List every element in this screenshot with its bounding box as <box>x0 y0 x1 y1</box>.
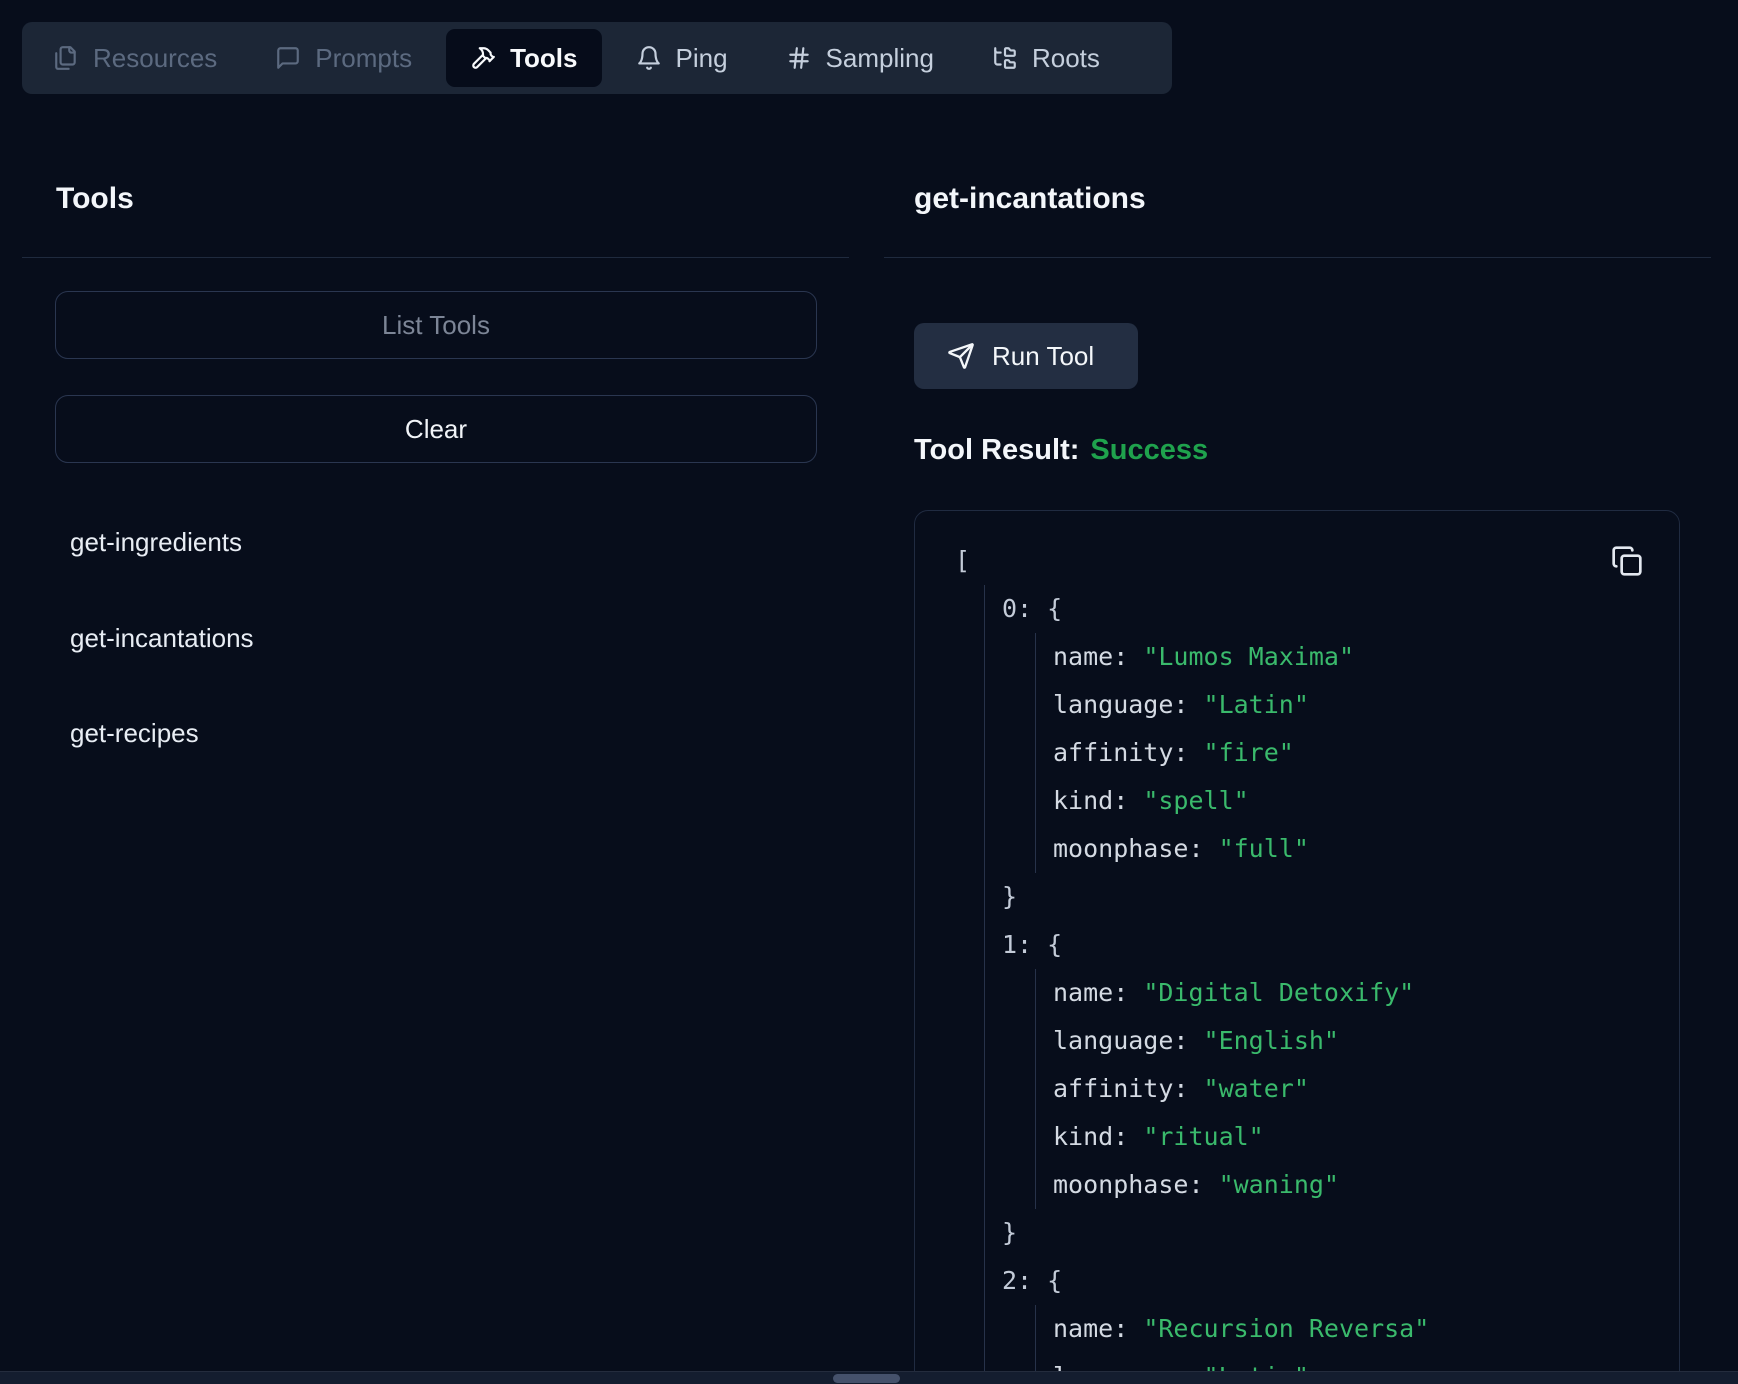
json-tree: [0: {name: "Lumos Maxima"language: "Lati… <box>955 537 1643 1384</box>
json-line: affinity: "fire" <box>1053 729 1643 777</box>
json-string-value: "fire" <box>1204 738 1294 767</box>
left-panel-title: Tools <box>56 182 134 216</box>
json-line: moonphase: "full" <box>1053 825 1643 873</box>
horizontal-scrollbar-thumb[interactable] <box>833 1374 900 1383</box>
tool-result-status: Success <box>1090 434 1208 466</box>
json-string-value: "waning" <box>1219 1170 1339 1199</box>
json-line: name: "Lumos Maxima" <box>1053 633 1643 681</box>
json-string-value: "spell" <box>1143 786 1248 815</box>
json-line: 1: { <box>1002 921 1643 969</box>
json-key: moonphase: <box>1053 834 1219 863</box>
json-string-value: "Latin" <box>1204 690 1309 719</box>
tab-sampling[interactable]: Sampling <box>762 29 958 87</box>
json-line: moonphase: "waning" <box>1053 1161 1643 1209</box>
clear-button[interactable]: Clear <box>55 395 817 463</box>
tab-bar: Resources Prompts Tools Ping <box>22 22 1172 94</box>
tab-label: Roots <box>1032 43 1100 74</box>
json-string-value: "Recursion Reversa" <box>1143 1314 1429 1343</box>
json-string-value: "full" <box>1219 834 1309 863</box>
json-object-children: name: "Digital Detoxify"language: "Engli… <box>1035 969 1643 1209</box>
json-line: affinity: "water" <box>1053 1065 1643 1113</box>
tab-label: Tools <box>510 43 577 74</box>
json-object-children: name: "Lumos Maxima"language: "Latin"aff… <box>1035 633 1643 873</box>
tool-list-item-get-recipes[interactable]: get-recipes <box>70 715 199 751</box>
json-line: } <box>1002 1209 1643 1257</box>
right-panel-divider <box>884 257 1711 258</box>
json-line: language: "Latin" <box>1053 681 1643 729</box>
json-key: kind: <box>1053 1122 1143 1151</box>
json-line: name: "Digital Detoxify" <box>1053 969 1643 1017</box>
send-icon <box>947 342 975 370</box>
json-key: language: <box>1053 690 1204 719</box>
json-key: name: <box>1053 642 1143 671</box>
folder-tree-icon <box>992 45 1018 71</box>
json-key: language: <box>1053 1026 1204 1055</box>
json-punctuation: } <box>1002 882 1017 911</box>
run-tool-button[interactable]: Run Tool <box>914 323 1138 389</box>
tab-label: Resources <box>93 43 217 74</box>
json-line: } <box>1002 873 1643 921</box>
tab-ping[interactable]: Ping <box>612 29 752 87</box>
json-punctuation: [ <box>955 546 970 575</box>
hash-icon <box>786 45 812 71</box>
json-line: 0: { <box>1002 585 1643 633</box>
json-key: affinity: <box>1053 1074 1204 1103</box>
json-line: [ <box>955 537 1643 585</box>
tab-prompts[interactable]: Prompts <box>251 29 436 87</box>
json-string-value: "water" <box>1204 1074 1309 1103</box>
json-key: moonphase: <box>1053 1170 1219 1199</box>
json-punctuation: 0: { <box>1002 594 1062 623</box>
run-tool-label: Run Tool <box>992 341 1094 372</box>
tab-label: Ping <box>676 43 728 74</box>
left-panel-divider <box>22 257 849 258</box>
json-punctuation: 1: { <box>1002 930 1062 959</box>
tool-list-item-get-ingredients[interactable]: get-ingredients <box>70 524 242 560</box>
tool-result-line: Tool Result: Success <box>914 434 1208 467</box>
json-line: kind: "ritual" <box>1053 1113 1643 1161</box>
json-punctuation: 2: { <box>1002 1266 1062 1295</box>
json-key: kind: <box>1053 786 1143 815</box>
tool-result-label: Tool Result: <box>914 434 1079 466</box>
json-string-value: "English" <box>1204 1026 1339 1055</box>
tab-tools[interactable]: Tools <box>446 29 601 87</box>
json-array-children: 0: {name: "Lumos Maxima"language: "Latin… <box>984 585 1643 1384</box>
list-tools-button[interactable]: List Tools <box>55 291 817 359</box>
selected-tool-title: get-incantations <box>914 182 1146 216</box>
json-string-value: "ritual" <box>1143 1122 1263 1151</box>
copy-icon <box>1611 545 1643 577</box>
json-string-value: "Lumos Maxima" <box>1143 642 1354 671</box>
tool-result-json-box: [0: {name: "Lumos Maxima"language: "Lati… <box>914 510 1680 1384</box>
json-line: language: "English" <box>1053 1017 1643 1065</box>
tab-resources[interactable]: Resources <box>29 29 241 87</box>
tab-label: Prompts <box>315 43 412 74</box>
copy-button[interactable] <box>1611 545 1643 577</box>
files-icon <box>53 45 79 71</box>
tab-roots[interactable]: Roots <box>968 29 1124 87</box>
tool-list-item-get-incantations[interactable]: get-incantations <box>70 620 254 656</box>
json-key: affinity: <box>1053 738 1204 767</box>
json-key: name: <box>1053 1314 1143 1343</box>
message-square-icon <box>275 45 301 71</box>
hammer-icon <box>470 45 496 71</box>
json-string-value: "Digital Detoxify" <box>1143 978 1414 1007</box>
horizontal-scrollbar-track[interactable] <box>0 1371 1738 1384</box>
json-punctuation: } <box>1002 1218 1017 1247</box>
json-line: name: "Recursion Reversa" <box>1053 1305 1643 1353</box>
json-line: 2: { <box>1002 1257 1643 1305</box>
json-key: name: <box>1053 978 1143 1007</box>
json-line: kind: "spell" <box>1053 777 1643 825</box>
tab-label: Sampling <box>826 43 934 74</box>
bell-icon <box>636 45 662 71</box>
